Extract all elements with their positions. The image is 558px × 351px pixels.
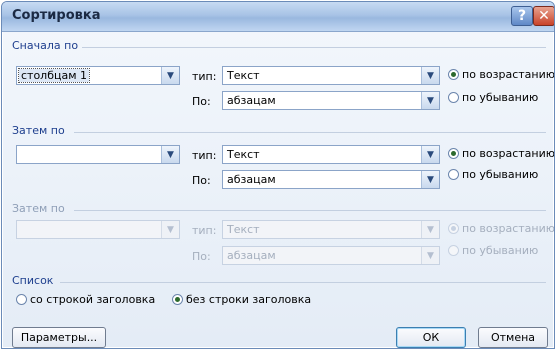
second-by-value: абзацам [227, 173, 276, 186]
radio-circle [448, 223, 459, 234]
third-sort-column-select[interactable]: ▼ [16, 220, 180, 239]
group-label-first: Сначала по [12, 39, 79, 52]
second-sort-column-select[interactable]: ▼ [16, 145, 180, 164]
chevron-down-icon[interactable]: ▼ [161, 221, 179, 238]
radio-circle [448, 92, 459, 103]
third-type-label: тип: [192, 224, 217, 237]
third-by-value: абзацам [227, 249, 276, 262]
first-descending-radio[interactable]: по убыванию [448, 91, 538, 104]
first-by-value: абзацам [227, 94, 276, 107]
help-icon[interactable]: ? [511, 6, 533, 26]
group-divider [60, 282, 546, 283]
cancel-button[interactable]: Отмена [478, 327, 548, 348]
second-type-label: тип: [192, 149, 217, 162]
group-label-third: Затем по [12, 202, 65, 215]
third-ascending-radio[interactable]: по возрастанию [448, 222, 554, 235]
chevron-down-icon[interactable]: ▼ [421, 171, 439, 188]
chevron-down-icon[interactable]: ▼ [421, 146, 439, 163]
first-type-label: тип: [192, 70, 217, 83]
list-group-label: Список [12, 274, 54, 287]
title-bar[interactable]: Сортировка ? ✕ [2, 2, 554, 32]
radio-circle [172, 294, 183, 305]
chevron-down-icon[interactable]: ▼ [421, 92, 439, 109]
third-by-label: По: [192, 250, 211, 263]
first-type-select[interactable]: Текст ▼ [222, 66, 440, 85]
chevron-down-icon[interactable]: ▼ [421, 221, 439, 238]
first-type-value: Текст [227, 69, 260, 82]
radio-circle [448, 245, 459, 256]
chevron-down-icon[interactable]: ▼ [421, 67, 439, 84]
radio-circle [448, 169, 459, 180]
second-by-label: По: [192, 174, 211, 187]
group-divider [74, 210, 546, 211]
chevron-down-icon[interactable]: ▼ [421, 247, 439, 264]
sort-dialog: Сортировка ? ✕ Сначала по столбцам 1 ▼ т… [1, 1, 555, 349]
third-type-value: Текст [227, 223, 260, 236]
third-by-select[interactable]: абзацам ▼ [222, 246, 440, 265]
group-divider [82, 47, 546, 48]
second-ascending-radio[interactable]: по возрастанию [448, 147, 554, 160]
ok-button[interactable]: ОК [396, 327, 466, 348]
with-header-radio[interactable]: со строкой заголовка [16, 293, 155, 306]
first-sort-column-select[interactable]: столбцам 1 ▼ [16, 66, 180, 85]
radio-circle [448, 148, 459, 159]
chevron-down-icon[interactable]: ▼ [161, 146, 179, 163]
close-icon[interactable]: ✕ [533, 6, 554, 26]
group-label-second: Затем по [12, 124, 65, 137]
window-title: Сортировка [12, 8, 101, 23]
second-descending-radio[interactable]: по убыванию [448, 168, 538, 181]
group-divider [74, 132, 546, 133]
first-by-label: По: [192, 95, 211, 108]
radio-circle [16, 294, 27, 305]
first-ascending-radio[interactable]: по возрастанию [448, 68, 554, 81]
radio-circle [448, 69, 459, 80]
second-by-select[interactable]: абзацам ▼ [222, 170, 440, 189]
without-header-radio[interactable]: без строки заголовка [172, 293, 311, 306]
second-type-value: Текст [227, 148, 260, 161]
second-type-select[interactable]: Текст ▼ [222, 145, 440, 164]
third-type-select[interactable]: Текст ▼ [222, 220, 440, 239]
third-descending-radio[interactable]: по убыванию [448, 244, 538, 257]
first-sort-column-value: столбцам 1 [17, 68, 91, 83]
options-button[interactable]: Параметры... [12, 327, 106, 348]
first-by-select[interactable]: абзацам ▼ [222, 91, 440, 110]
chevron-down-icon[interactable]: ▼ [161, 67, 179, 84]
